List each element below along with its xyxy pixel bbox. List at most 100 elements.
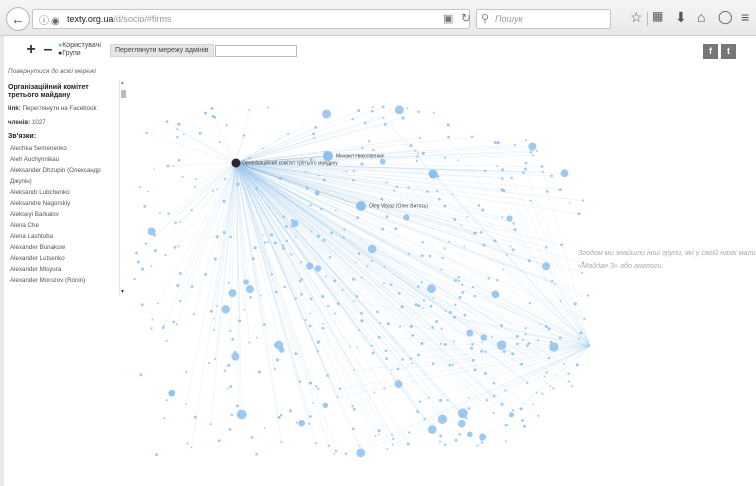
twitter-share-icon[interactable]: t [721,44,736,59]
back-to-network-link[interactable]: Повернутися до всієї мережі [8,68,126,75]
user-node [355,294,359,298]
graph-edge [235,162,374,354]
user-node [370,109,374,113]
home-icon[interactable]: ⌂ [697,9,705,25]
scroll-down-icon[interactable]: ▼ [120,289,125,295]
user-node [209,423,212,426]
graph-edge [235,162,494,384]
user-node [391,443,394,446]
graph-edge [235,109,250,164]
user-node [294,235,297,238]
user-node [204,272,208,276]
url-bar[interactable]: ⓘ ◉ texty.org.ua/d/socio/#firms [32,9,470,29]
connection-item[interactable]: Alechka Semenenko [8,143,126,154]
connection-item[interactable]: Alexander Bunakow [8,242,126,253]
user-node [452,315,456,319]
user-node [214,358,217,361]
user-node [457,279,460,282]
user-node [282,246,286,250]
user-node [249,296,252,299]
user-node [401,358,404,361]
user-node [208,362,211,365]
reader-view-icon[interactable]: ▣ [443,12,453,25]
reload-icon[interactable]: ↻ [461,11,471,25]
circle-icon[interactable]: ◯ [718,9,733,25]
user-node [496,340,507,350]
user-node [416,285,420,288]
user-node [321,295,325,299]
connections-list: Alechka Semenenko Aleh Auchynnikau Aleksan… [8,143,126,286]
graph-edge [235,162,280,418]
zoom-out-button[interactable]: – [41,42,55,58]
graph-edge [235,162,448,401]
globe-icon: ◉ [51,16,60,27]
connection-item[interactable]: Alena Che [8,220,126,231]
user-node [550,174,553,178]
graph-edge [385,345,591,351]
user-node [221,305,230,314]
user-node [352,179,355,182]
bookmark-star-icon[interactable]: ☆ [630,9,643,26]
user-node [372,148,375,152]
graph-edge [235,162,513,411]
user-node [248,108,251,111]
connection-item[interactable]: Alexander Misyura [8,264,126,275]
group-node [428,169,438,179]
user-node [266,106,269,109]
user-node [330,231,334,235]
user-node [192,312,195,316]
menu-icon[interactable]: ≡ [741,9,749,25]
user-node [308,422,311,425]
user-node [231,337,235,341]
user-node [357,109,361,113]
graph-edge [461,345,591,415]
user-node [385,181,388,184]
connection-item[interactable]: Aleksandre Nagorskiy [8,198,126,209]
user-node [558,336,562,340]
user-node [515,334,519,339]
user-node [299,279,302,283]
user-node [193,415,197,419]
user-node [447,135,450,139]
connection-item[interactable]: Aleh Auchynnikau [8,154,126,165]
search-input[interactable]: ⚲ Пошук [476,9,611,29]
user-node [473,231,476,235]
user-node [437,414,448,424]
legend-groups[interactable]: Групи [62,50,80,57]
panel-scrollbar[interactable]: ▲ ▼ [119,80,126,295]
clipboard-icon[interactable]: ▦ [652,9,663,23]
scroll-thumb[interactable] [121,90,126,98]
user-node [147,227,156,236]
legend-users[interactable]: Користувачі [62,42,101,49]
back-button[interactable]: ← [6,7,30,31]
user-node [177,245,180,248]
user-node [381,227,385,231]
connection-item[interactable]: Alexander Lutsenko [8,253,126,264]
user-node [452,193,454,195]
view-admins-network-button[interactable]: Переглянути мережу адмінів [110,44,214,57]
user-node [378,433,381,436]
zoom-in-button[interactable]: + [24,42,38,58]
user-node [140,267,144,271]
connection-item[interactable]: Aleksander Dhzupin (Олександр [8,165,126,176]
connection-item[interactable]: Alena Lashtoba [8,231,126,242]
user-node [394,105,404,115]
connection-item[interactable]: Alexander Morozov (Ronin) [8,275,126,286]
admin-search-input[interactable] [215,45,297,57]
user-node [453,217,457,222]
download-icon[interactable]: ⬇ [675,9,687,26]
graph-edge [402,117,591,347]
info-icon[interactable]: ⓘ [39,13,49,28]
scroll-up-icon[interactable]: ▲ [120,80,125,86]
user-node [262,323,266,326]
user-node [231,352,240,361]
facebook-share-icon[interactable]: f [703,44,718,59]
connection-item[interactable]: Alekseyi Barkalov [8,209,126,220]
user-node [342,236,345,239]
connection-item[interactable]: Aleksandr Lubchenko [8,187,126,198]
connection-item[interactable]: Джупін) [8,176,126,187]
user-node [384,349,388,353]
user-node [194,178,197,180]
facebook-link[interactable]: Переглянути на Facebook [22,105,96,112]
graph-edge [235,162,300,382]
